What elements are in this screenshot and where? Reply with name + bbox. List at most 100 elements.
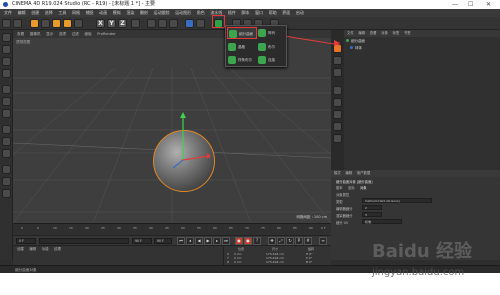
obj-menu-view[interactable]: 查看 bbox=[370, 30, 377, 37]
rotate-key-icon[interactable]: ↻ bbox=[286, 237, 294, 245]
lock-workplane-icon[interactable] bbox=[2, 177, 11, 186]
vp-menu-display[interactable]: 显示 bbox=[46, 30, 53, 38]
menu-motion-tracker[interactable]: 运动跟踪 bbox=[154, 9, 170, 17]
param-key-icon[interactable]: P bbox=[295, 237, 303, 245]
render-view-icon[interactable] bbox=[147, 19, 156, 28]
grid-key-icon[interactable]: # bbox=[304, 237, 312, 245]
timeline-ruler[interactable]: 0 5 10 15 20 25 30 35 40 45 50 55 60 65 … bbox=[13, 223, 331, 235]
redo-icon[interactable] bbox=[13, 19, 22, 28]
texture-mode-icon[interactable] bbox=[2, 57, 11, 66]
planar-workplane-icon[interactable] bbox=[2, 189, 11, 198]
menu-script[interactable]: 脚本 bbox=[242, 9, 250, 17]
takes-tab-icon[interactable] bbox=[333, 56, 342, 65]
menu-render[interactable]: 渲染 bbox=[126, 9, 134, 17]
coordinate-system-icon[interactable] bbox=[131, 19, 140, 28]
scale-key-icon[interactable]: ⤢ bbox=[277, 237, 285, 245]
axis-gizmo[interactable] bbox=[153, 110, 213, 190]
vp-menu-filter[interactable]: 过滤 bbox=[72, 30, 79, 38]
autokey-icon[interactable]: ● bbox=[244, 237, 252, 245]
record-icon[interactable]: ● bbox=[235, 237, 243, 245]
end-frame-field[interactable]: 90 F bbox=[154, 238, 172, 244]
physics-tab-icon[interactable] bbox=[333, 134, 342, 143]
mat-menu-edit[interactable]: 编辑 bbox=[29, 246, 36, 253]
model-mode-icon[interactable] bbox=[2, 45, 11, 54]
attr-menu-mode[interactable]: 模式 bbox=[334, 170, 341, 177]
attr-tab-basic[interactable]: 基本 bbox=[336, 185, 343, 190]
popup-item-lattice[interactable]: 晶格 bbox=[227, 41, 257, 53]
minimize-button[interactable]: — bbox=[452, 0, 458, 9]
menu-tools[interactable]: 工具 bbox=[58, 9, 66, 17]
cube-icon[interactable] bbox=[185, 19, 194, 28]
pen-icon[interactable] bbox=[196, 19, 205, 28]
menu-edit[interactable]: 编辑 bbox=[18, 9, 26, 17]
next-key-icon[interactable]: ▸ bbox=[213, 237, 221, 245]
quantize-icon[interactable] bbox=[2, 165, 11, 174]
go-to-end-icon[interactable]: ⏭ bbox=[222, 237, 230, 245]
render-tab-icon[interactable] bbox=[333, 122, 342, 131]
obj-menu-objects[interactable]: 对象 bbox=[381, 30, 388, 37]
menu-mograph[interactable]: 运动图形 bbox=[175, 9, 191, 17]
menu-snap[interactable]: 捕捉 bbox=[86, 9, 94, 17]
play-forward-icon[interactable]: ▶ bbox=[204, 237, 212, 245]
menu-layout[interactable]: 界面 bbox=[282, 9, 290, 17]
attr-editor-subdiv-input[interactable]: 2 bbox=[362, 205, 382, 210]
attr-tab-coord[interactable]: 坐标 bbox=[348, 185, 355, 190]
layers-tab-icon[interactable] bbox=[333, 98, 342, 107]
enable-axis-icon[interactable] bbox=[2, 125, 11, 134]
render-picture-viewer-icon[interactable] bbox=[158, 19, 167, 28]
scale-icon[interactable] bbox=[52, 19, 61, 28]
z-axis-button[interactable]: Z bbox=[118, 19, 127, 28]
obj-menu-edit[interactable]: 编辑 bbox=[358, 30, 365, 37]
recent-tool-icon[interactable] bbox=[74, 19, 83, 28]
attr-tab-object[interactable]: 对象 bbox=[360, 185, 367, 190]
vp-menu-panel[interactable]: 面板 bbox=[85, 30, 92, 38]
mat-menu-function[interactable]: 功能 bbox=[42, 246, 49, 253]
timeline-menu-icon[interactable]: ≡ bbox=[319, 237, 327, 245]
menu-help[interactable]: 帮助 bbox=[269, 9, 277, 17]
popup-item-spline-mask[interactable]: 样条布尔 bbox=[227, 54, 257, 66]
edges-mode-icon[interactable] bbox=[2, 97, 11, 106]
attr-subdivide-uv-select[interactable]: 标准 bbox=[362, 219, 402, 224]
x-axis-button[interactable]: X bbox=[96, 19, 105, 28]
start-frame-field[interactable]: 0 F bbox=[16, 238, 36, 244]
close-button[interactable]: ✕ bbox=[486, 0, 491, 9]
move-icon[interactable] bbox=[41, 19, 50, 28]
play-backward-icon[interactable]: ◀ bbox=[195, 237, 203, 245]
vp-menu-camera[interactable]: 摄像机 bbox=[30, 30, 41, 38]
vp-menu-prorender[interactable]: ProRender bbox=[97, 30, 116, 38]
menu-window[interactable]: 窗口 bbox=[255, 9, 263, 17]
object-row-sphere[interactable]: 球体 bbox=[346, 46, 496, 52]
obj-menu-file[interactable]: 文件 bbox=[347, 30, 354, 37]
workplane-icon[interactable] bbox=[2, 69, 11, 78]
points-mode-icon[interactable] bbox=[2, 85, 11, 94]
menu-select[interactable]: 选择 bbox=[45, 9, 53, 17]
maximize-button[interactable]: ☐ bbox=[468, 0, 473, 9]
menu-mesh[interactable]: 网格 bbox=[72, 9, 80, 17]
menu-character[interactable]: 角色 bbox=[197, 9, 205, 17]
attributes-tab-icon[interactable] bbox=[333, 110, 342, 119]
menu-simulate[interactable]: 模拟 bbox=[113, 9, 121, 17]
object-row-subdivision[interactable]: 细分曲面 bbox=[346, 39, 496, 45]
make-editable-icon[interactable] bbox=[2, 33, 11, 42]
mat-menu-texture[interactable]: 纹理 bbox=[54, 246, 61, 253]
snap-icon[interactable] bbox=[2, 149, 11, 158]
popup-item-boole[interactable]: 布尔 bbox=[257, 41, 287, 53]
undo-icon[interactable] bbox=[2, 19, 11, 28]
polygons-mode-icon[interactable] bbox=[2, 109, 11, 118]
frame-slider[interactable] bbox=[39, 238, 129, 244]
live-select-icon[interactable] bbox=[30, 19, 39, 28]
tweak-icon[interactable] bbox=[2, 137, 11, 146]
render-settings-icon[interactable] bbox=[169, 19, 178, 28]
attr-menu-userdata[interactable]: 用户数据 bbox=[357, 170, 371, 177]
structure-tab-icon[interactable] bbox=[333, 86, 342, 95]
menu-startup[interactable]: 启动 bbox=[296, 9, 304, 17]
menu-file[interactable]: 文件 bbox=[4, 9, 12, 17]
menu-create[interactable]: 创建 bbox=[31, 9, 39, 17]
y-axis-button[interactable]: Y bbox=[107, 19, 116, 28]
menu-animate[interactable]: 动画 bbox=[99, 9, 107, 17]
vp-menu-options[interactable]: 选项 bbox=[59, 30, 66, 38]
current-frame-field[interactable]: 90 F bbox=[132, 238, 152, 244]
previous-key-icon[interactable]: ◂ bbox=[186, 237, 194, 245]
popup-item-subdivision-surface[interactable]: 细分曲面 bbox=[227, 27, 257, 39]
popup-item-connect[interactable]: 连接 bbox=[257, 54, 287, 66]
